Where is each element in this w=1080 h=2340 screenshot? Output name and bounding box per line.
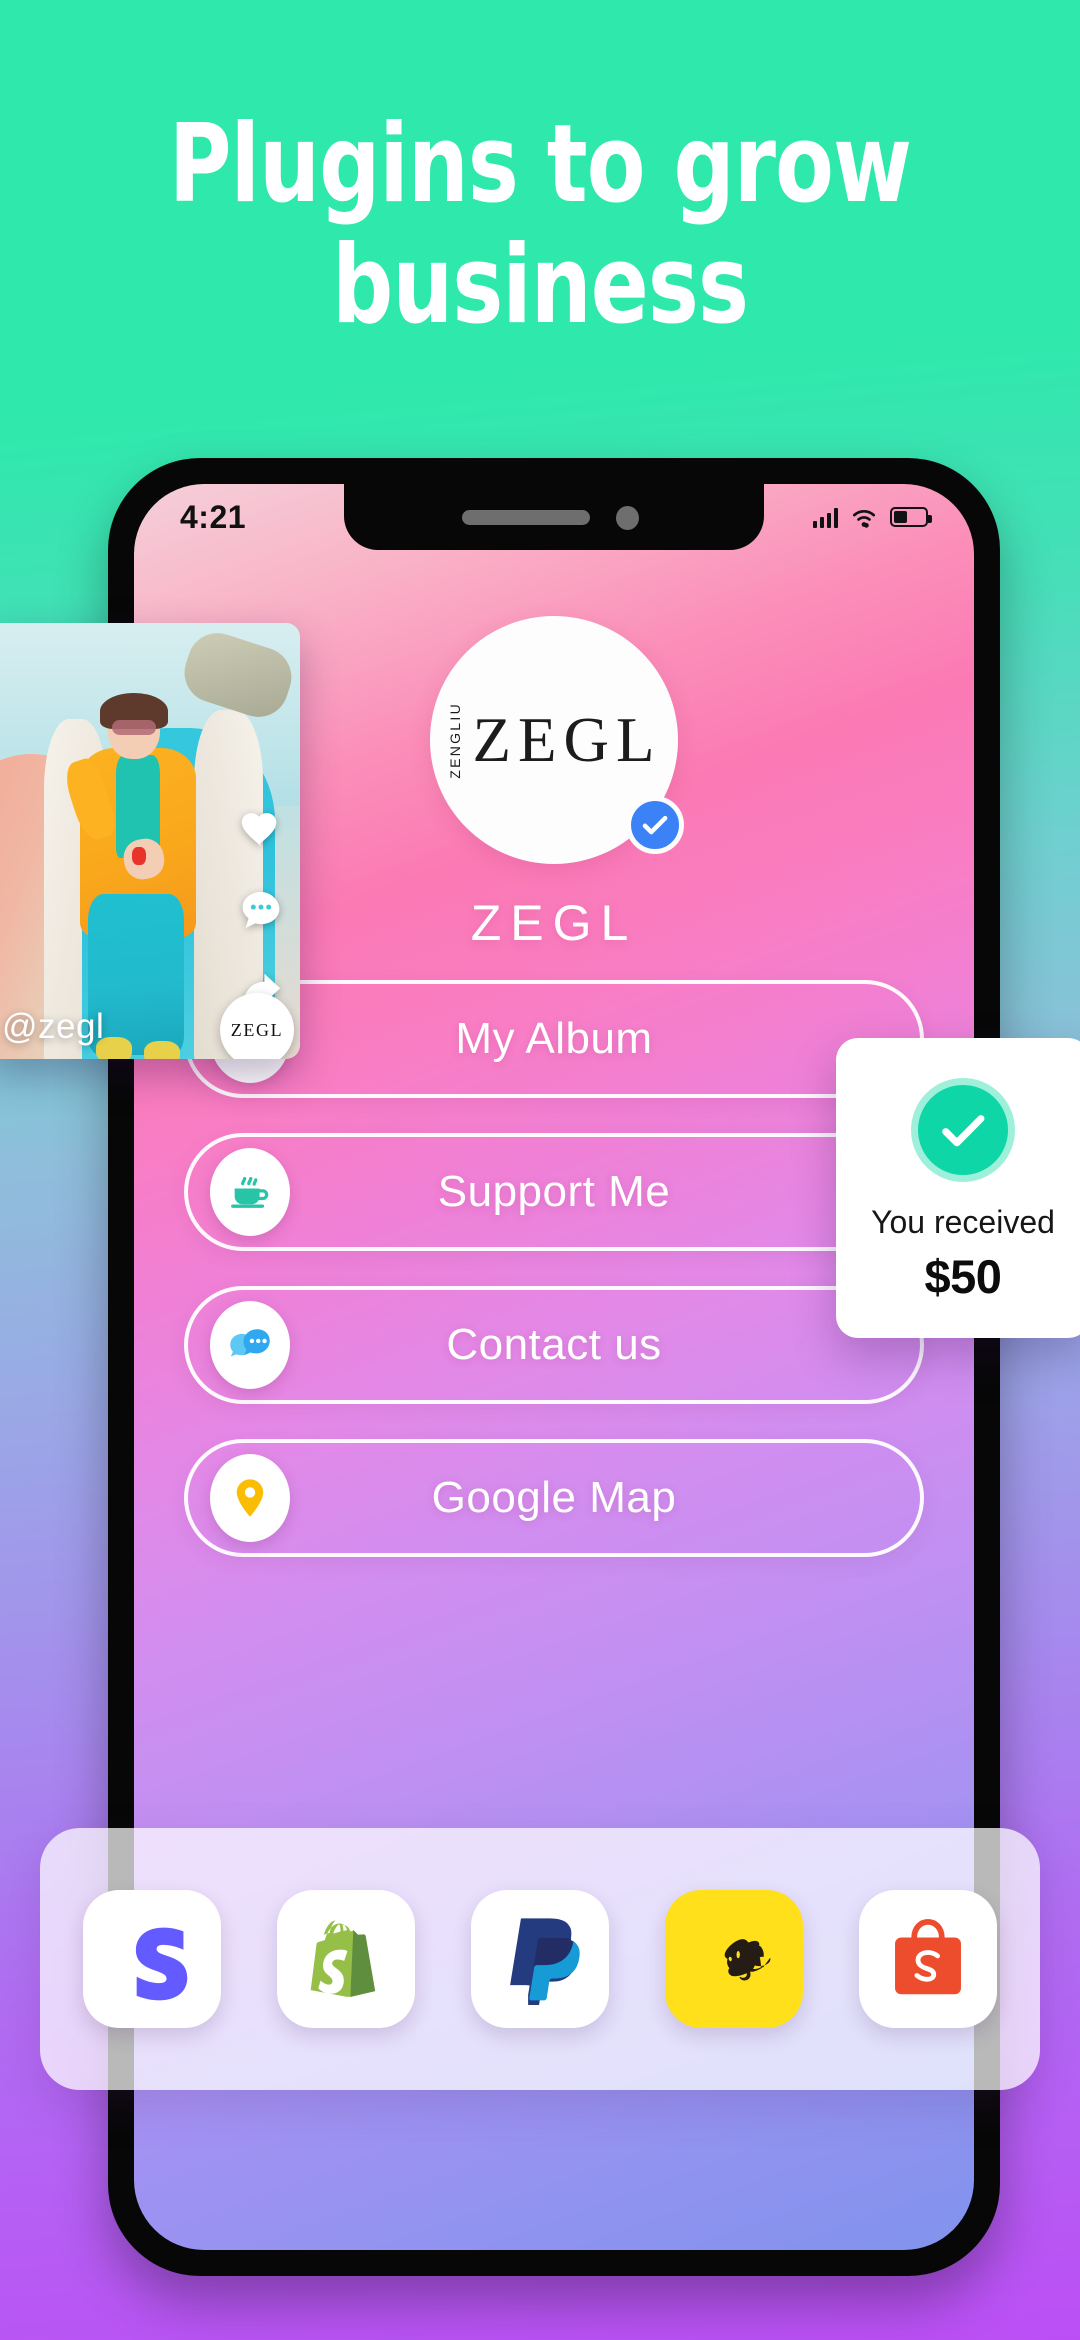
avatar: ZENGLIU ZEGL	[430, 616, 684, 864]
battery-icon	[890, 507, 932, 527]
post-brand-badge-label: ZEGL	[230, 1019, 284, 1040]
menu-item-contact-us[interactable]: Contact us	[184, 1286, 924, 1404]
paypal-app-icon[interactable]	[471, 1890, 609, 2028]
status-bar: 4:21	[134, 484, 974, 550]
verified-check-icon	[626, 796, 684, 854]
comment-bubble-icon[interactable]	[238, 887, 284, 933]
integrations-dock	[40, 1828, 1040, 2090]
status-bar-indicators	[812, 506, 932, 529]
avatar-subtitle: ZENGLIU	[446, 701, 463, 779]
mailchimp-app-icon[interactable]	[665, 1890, 803, 2028]
location-pin-icon	[210, 1454, 290, 1542]
heart-icon[interactable]	[238, 807, 284, 853]
link-menu: My Album Support Me Contact us Google Ma…	[184, 980, 924, 1557]
coffee-cup-icon	[210, 1148, 290, 1236]
photo-person	[44, 692, 244, 1059]
menu-item-label: Support Me	[437, 1167, 671, 1216]
stripe-app-icon[interactable]	[83, 1890, 221, 2028]
post-action-bar	[238, 807, 284, 1013]
promo-screenshot: Plugins to grow business 4:21 ZENGLIU ZE…	[0, 0, 1080, 2340]
post-handle: @zegl	[2, 1007, 105, 1046]
payment-received-card: You received $50	[836, 1038, 1080, 1338]
payment-message: You received	[871, 1204, 1055, 1240]
menu-item-label: Google Map	[431, 1473, 677, 1522]
page-title: Plugins to grow business	[168, 102, 912, 348]
social-post-card[interactable]: ZEGL @zegl	[0, 623, 300, 1059]
shopee-app-icon[interactable]	[859, 1890, 997, 2028]
menu-item-label: Contact us	[446, 1320, 662, 1369]
post-brand-badge: ZEGL	[220, 993, 294, 1059]
status-bar-time: 4:21	[180, 498, 247, 535]
success-check-icon	[911, 1078, 1015, 1182]
payment-amount: $50	[924, 1250, 1002, 1303]
avatar-logo-text: ZEGL	[472, 704, 662, 775]
cellular-signal-icon	[812, 506, 838, 528]
menu-item-support-me[interactable]: Support Me	[184, 1133, 924, 1251]
wifi-icon	[852, 509, 876, 528]
chat-bubble-icon	[210, 1301, 290, 1389]
shopify-app-icon[interactable]	[277, 1890, 415, 2028]
menu-item-google-map[interactable]: Google Map	[184, 1439, 924, 1557]
